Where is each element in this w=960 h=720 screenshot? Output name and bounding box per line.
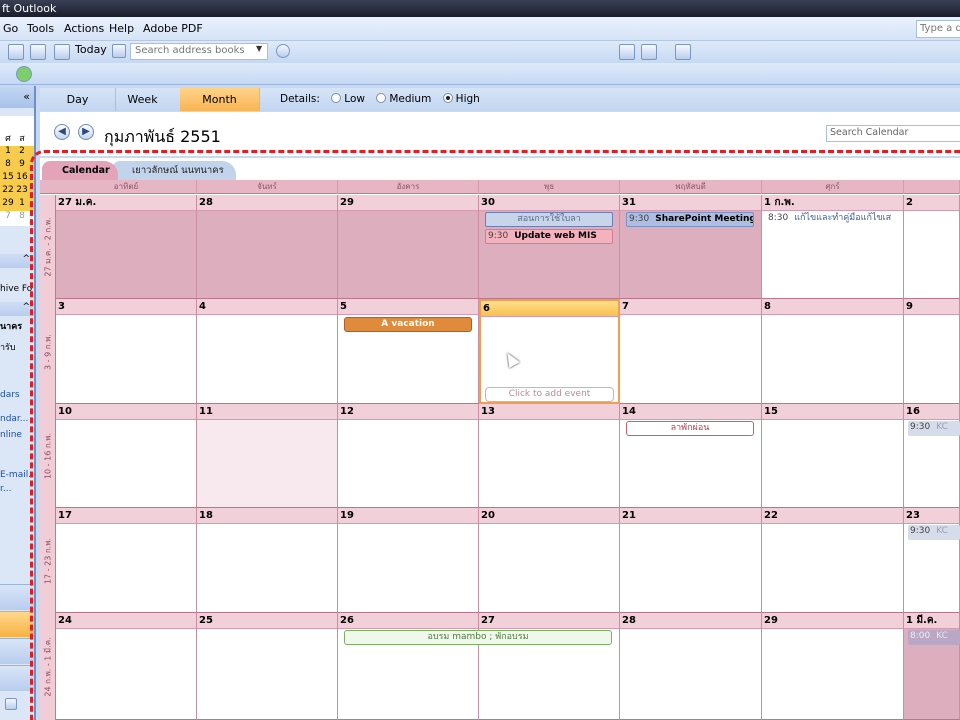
- mini-cal-day[interactable]: 2: [16, 146, 28, 156]
- secondary-toolbar: [0, 63, 960, 85]
- help-icon[interactable]: [276, 44, 290, 58]
- window-title: ft Outlook: [2, 2, 57, 15]
- mini-cal-day[interactable]: 1: [16, 198, 28, 208]
- tool-icon-3[interactable]: [675, 44, 691, 60]
- nav-link[interactable]: r...: [0, 484, 11, 494]
- month-title: กุมภาพันธ์ 2551: [104, 127, 221, 146]
- mini-cal-day[interactable]: 22: [2, 185, 14, 195]
- nav-link[interactable]: nline: [0, 430, 22, 440]
- menu-go[interactable]: Go: [3, 22, 18, 35]
- mini-cal-day[interactable]: 15: [2, 172, 14, 182]
- mini-cal-day[interactable]: 29: [2, 198, 14, 208]
- today-button[interactable]: Today: [75, 43, 107, 56]
- view-switcher: Day Week Month Details: Low Medium High: [40, 88, 960, 111]
- menu-actions[interactable]: Actions: [64, 22, 104, 35]
- green-circle-icon[interactable]: [16, 66, 32, 82]
- menu-help[interactable]: Help: [109, 22, 134, 35]
- send-receive-icon[interactable]: [30, 44, 46, 60]
- mini-cal-day: ศ: [5, 134, 11, 144]
- tool-icon-2[interactable]: [641, 44, 657, 60]
- search-calendar-input[interactable]: Search Calendar: [826, 125, 960, 142]
- nav-link[interactable]: dars: [0, 390, 20, 400]
- annotation-dashed-outline: [30, 150, 960, 720]
- details-options: Details: Low Medium High: [280, 88, 480, 111]
- details-high-label[interactable]: High: [456, 93, 480, 105]
- mini-cal-day[interactable]: 16: [16, 172, 28, 182]
- address-search-input[interactable]: Search address books: [130, 43, 268, 60]
- window-title-bar: ft Outlook: [0, 0, 960, 17]
- details-low-radio[interactable]: [331, 93, 342, 103]
- calendar-icon[interactable]: [54, 44, 70, 60]
- mini-cal-day[interactable]: 1: [2, 146, 14, 156]
- mini-cal-day: ส: [19, 134, 25, 144]
- shortcut-icon[interactable]: [5, 698, 17, 710]
- mini-cal-day[interactable]: 8: [16, 211, 28, 221]
- print-icon[interactable]: [8, 44, 24, 60]
- menu-tools[interactable]: Tools: [27, 22, 54, 35]
- nav-folder-label[interactable]: hive Fo: [0, 284, 32, 294]
- mini-cal-day[interactable]: 7: [2, 211, 14, 221]
- mini-cal-day[interactable]: 23: [16, 185, 28, 195]
- details-medium-radio[interactable]: [376, 93, 387, 103]
- mini-cal-day[interactable]: 8: [2, 159, 14, 169]
- mini-cal-day[interactable]: 9: [16, 159, 28, 169]
- details-low-label[interactable]: Low: [344, 93, 365, 105]
- menu-adobe-pdf[interactable]: Adobe PDF: [143, 22, 203, 35]
- menu-bar: Go Tools Actions Help Adobe PDF Type a q…: [0, 17, 960, 41]
- help-question-input[interactable]: Type a qu: [916, 20, 960, 38]
- forward-arrow-icon[interactable]: ▶: [78, 124, 94, 140]
- details-medium-label[interactable]: Medium: [389, 93, 431, 105]
- tab-week[interactable]: Week: [105, 88, 181, 111]
- chevron-down-icon[interactable]: ▼: [256, 44, 262, 53]
- tab-month[interactable]: Month: [180, 88, 260, 111]
- nav-collapse-button[interactable]: «: [0, 86, 34, 108]
- details-high-radio[interactable]: [442, 93, 453, 103]
- nav-link[interactable]: ndar...: [0, 414, 28, 424]
- back-arrow-icon[interactable]: ◀: [54, 124, 70, 140]
- address-book-icon[interactable]: [112, 44, 126, 58]
- nav-calendar-label[interactable]: นาคร: [0, 319, 22, 333]
- details-label: Details:: [280, 93, 320, 105]
- tool-icon-1[interactable]: [619, 44, 635, 60]
- nav-calendar-label[interactable]: ารับ: [0, 340, 16, 354]
